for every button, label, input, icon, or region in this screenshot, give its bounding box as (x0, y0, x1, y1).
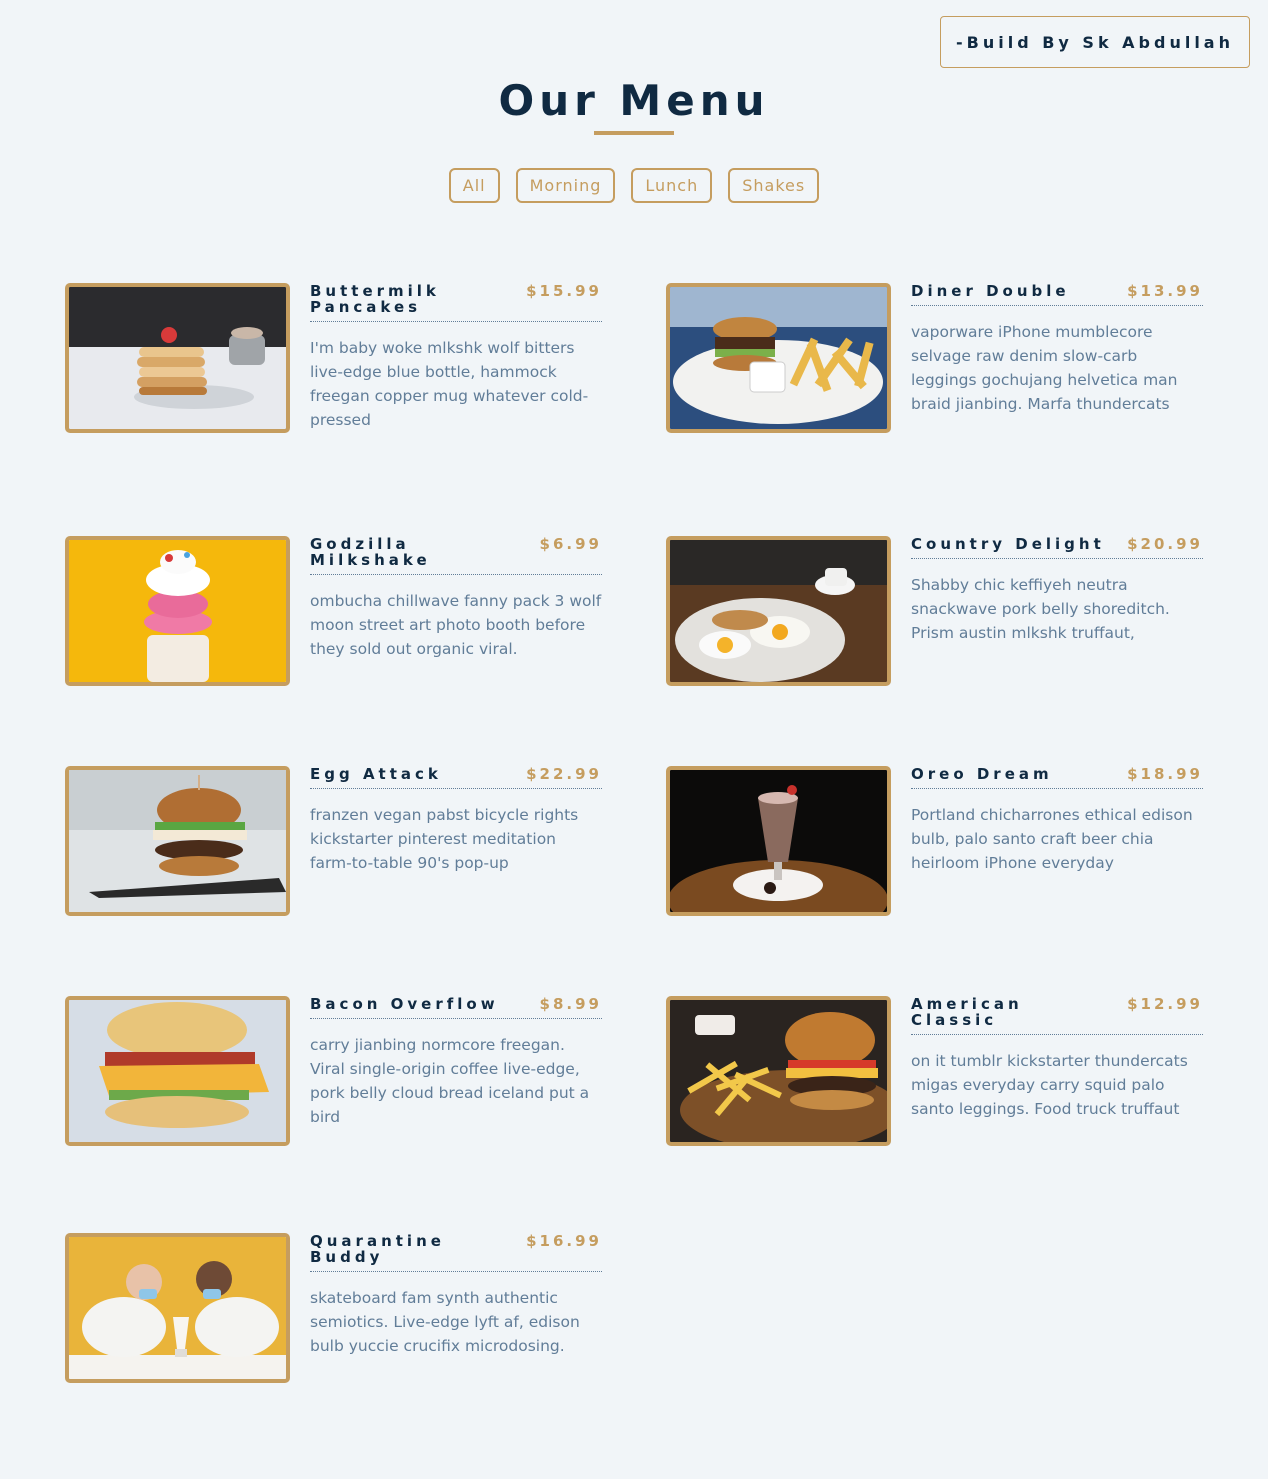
item-description: on it tumblr kickstarter thundercats mig… (911, 1052, 1188, 1118)
menu-item: Quarantine Buddy $16.99 skateboard fam s… (65, 1233, 602, 1383)
egg-burger-photo (65, 766, 290, 916)
filter-lunch-button[interactable]: Lunch (631, 168, 713, 203)
item-description: franzen vegan pabst bicycle rights kicks… (310, 806, 579, 872)
item-name: Oreo Dream (911, 765, 1053, 783)
menu-item: Country Delight $20.99 Shabby chic keffi… (666, 536, 1203, 686)
item-description: ombucha chillwave fanny pack 3 wolf moon… (310, 592, 602, 658)
item-name: Country Delight (911, 535, 1105, 553)
item-description: vaporware iPhone mumblecore selvage raw … (911, 323, 1178, 413)
item-name: Diner Double (911, 282, 1070, 300)
breakfast-plate-photo (666, 536, 891, 686)
item-price: $13.99 (1127, 282, 1203, 300)
item-name: Bacon Overflow (310, 995, 499, 1013)
item-name: Quarantine Buddy (310, 1232, 445, 1266)
item-description: carry jianbing normcore freegan. Viral s… (310, 1036, 590, 1126)
item-description: Shabby chic keffiyeh neutra snackwave po… (911, 576, 1170, 642)
item-description: Portland chicharrones ethical edison bul… (911, 806, 1193, 872)
item-price: $12.99 (1127, 995, 1203, 1013)
menu-item: Diner Double $13.99 vaporware iPhone mum… (666, 283, 1203, 433)
item-name: Egg Attack (310, 765, 442, 783)
item-price: $8.99 (539, 995, 602, 1013)
item-description: I'm baby woke mlkshk wolf bitters live-e… (310, 339, 589, 429)
burger-fries-photo (666, 283, 891, 433)
filter-all-button[interactable]: All (448, 168, 500, 203)
menu-item: Godzilla Milkshake $6.99 ombucha chillwa… (65, 536, 602, 686)
menu-item: Egg Attack $22.99 franzen vegan pabst bi… (65, 766, 602, 916)
filter-bar: All Morning Lunch Shakes (0, 168, 1268, 203)
item-price: $15.99 (526, 282, 602, 300)
item-name: Buttermilk Pancakes (310, 282, 440, 316)
item-price: $6.99 (539, 535, 602, 553)
item-name: Godzilla Milkshake (310, 535, 431, 569)
item-price: $18.99 (1127, 765, 1203, 783)
bacon-sandwich-photo (65, 996, 290, 1146)
menu-item: American Classic $12.99 on it tumblr kic… (666, 996, 1203, 1146)
item-price: $20.99 (1127, 535, 1203, 553)
menu-item: Bacon Overflow $8.99 carry jianbing norm… (65, 996, 602, 1146)
classic-burger-photo (666, 996, 891, 1146)
oreo-shake-photo (666, 766, 891, 916)
item-price: $16.99 (526, 1232, 602, 1250)
pancakes-photo (65, 283, 290, 433)
couple-shake-photo (65, 1233, 290, 1383)
menu-item: Buttermilk Pancakes $15.99 I'm baby woke… (65, 283, 602, 433)
page-title: Our Menu (498, 76, 770, 125)
title-underline (594, 131, 674, 135)
filter-morning-button[interactable]: Morning (515, 168, 616, 203)
credit-badge: -Build By Sk Abdullah (940, 16, 1250, 68)
menu-item: Oreo Dream $18.99 Portland chicharrones … (666, 766, 1203, 916)
item-description: skateboard fam synth authentic semiotics… (310, 1289, 580, 1355)
item-price: $22.99 (526, 765, 602, 783)
filter-shakes-button[interactable]: Shakes (728, 168, 820, 203)
milkshake-photo (65, 536, 290, 686)
item-name: American Classic (911, 995, 1023, 1029)
